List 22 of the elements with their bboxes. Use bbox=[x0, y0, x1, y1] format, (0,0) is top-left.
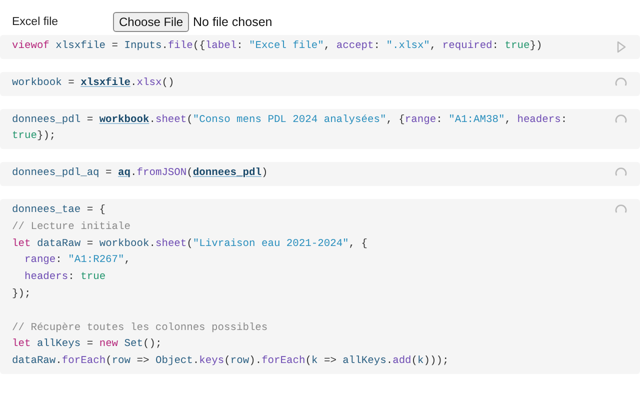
code-line: let dataRaw = workbook.sheet("Livraison eau 2021-2024", { bbox=[12, 236, 369, 252]
code-cell[interactable]: workbook = xlsxfile.xlsx() bbox=[0, 72, 640, 96]
code-line: }); bbox=[12, 286, 32, 302]
code-line: dataRaw.forEach(row => Object.keys(row).forEach(k => allKeys.add(k))); bbox=[12, 354, 450, 370]
code-line: donnees_pdl_aq = aq.fromJSON(donnees_pdl) bbox=[12, 166, 269, 182]
code-line: workbook = xlsxfile.xlsx() bbox=[12, 76, 176, 91]
code-cell[interactable]: donnees_pdl = workbook.sheet("Conso mens PDL 2024 analysées", {range: "A1:AM38", headers: true}); bbox=[0, 108, 640, 150]
code-line: donnees_pdl = workbook.sheet("Conso mens PDL 2024 analysées", {range: "A1:AM38", headers: bbox=[12, 112, 568, 128]
code-line: viewof xlsxfile = Inputs.file({label: "Excel file", accept: ".xlsx", required: true}) bbox=[12, 39, 544, 54]
field-label: Excel file bbox=[12, 16, 60, 28]
code-cell[interactable]: donnees_pdl_aq = aq.fromJSON(donnees_pdl) bbox=[0, 162, 640, 186]
code-line: range: "A1:R267", bbox=[23, 253, 132, 268]
code-line: headers: true bbox=[23, 270, 107, 286]
code-line: true}); bbox=[12, 129, 57, 144]
code-cell[interactable]: viewof xlsxfile = Inputs.file({label: "Excel file", accept: ".xlsx", required: true}) bbox=[0, 35, 640, 59]
code-line: // Récupère toutes les colonnes possibles bbox=[12, 320, 269, 336]
file-status: No file chosen bbox=[193, 15, 272, 29]
code-line: let allKeys = new Set(); bbox=[12, 337, 163, 352]
choose-file-button[interactable]: Choose File bbox=[113, 12, 190, 32]
code-line: donnees_tae = { bbox=[12, 202, 107, 218]
code-cell[interactable] bbox=[0, 198, 640, 374]
code-line: // Lecture initiale bbox=[12, 220, 132, 235]
